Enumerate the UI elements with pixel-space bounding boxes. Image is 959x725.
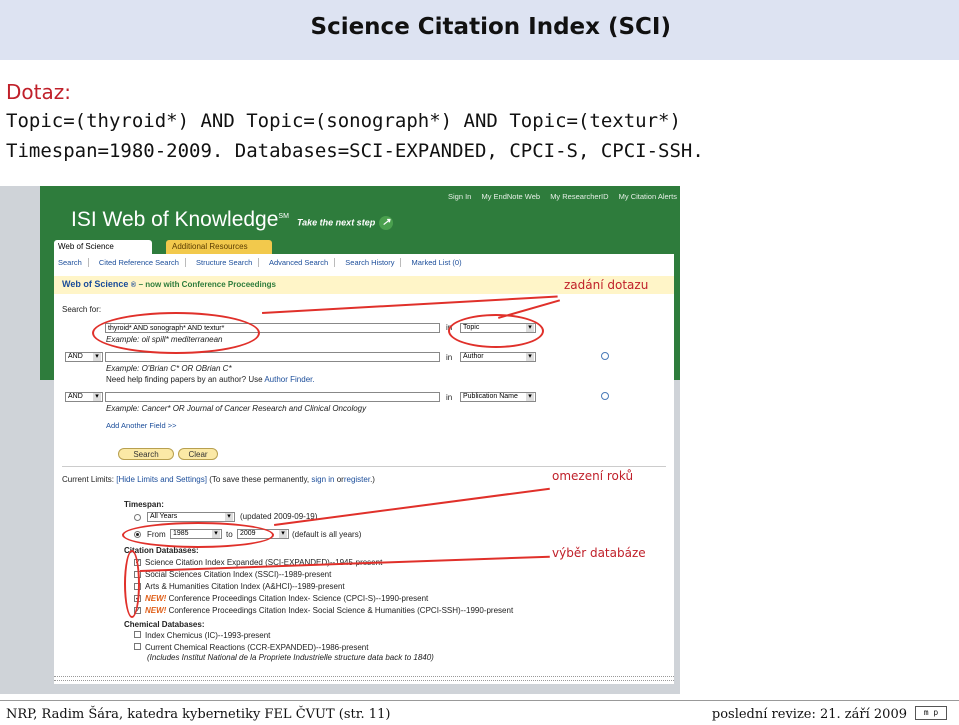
current-limits: Current Limits: [Hide Limits and Setting… bbox=[62, 475, 375, 484]
current-limits-label: Current Limits: bbox=[62, 475, 115, 484]
subnav-history[interactable]: Search History bbox=[345, 258, 402, 267]
wos-subtitle: – now with Conference Proceedings bbox=[138, 280, 276, 289]
hide-limits-link[interactable]: [Hide Limits and Settings] bbox=[116, 475, 207, 484]
search-icon-publication[interactable] bbox=[601, 392, 609, 400]
clear-button[interactable]: Clear bbox=[178, 448, 218, 460]
checkbox-ccr[interactable] bbox=[134, 643, 141, 650]
db-ccr-note: (Includes Institut National de la Propri… bbox=[147, 653, 434, 662]
example-2: Example: O'Brian C* OR OBrian C* bbox=[106, 364, 232, 373]
subnav-structure[interactable]: Structure Search bbox=[196, 258, 260, 267]
years-oval bbox=[122, 522, 274, 548]
chemical-db-label: Chemical Databases: bbox=[124, 620, 205, 629]
brand-text: ISI Web of Knowledge bbox=[71, 208, 279, 231]
isi-logo[interactable]: ISI Web of KnowledgeSM bbox=[71, 208, 289, 232]
search-icon-author[interactable] bbox=[601, 352, 609, 360]
search-subnav: Search Cited Reference Search Structure … bbox=[58, 258, 476, 267]
divider bbox=[62, 466, 666, 467]
search-for-label: Search for: bbox=[62, 305, 102, 314]
citation-alerts-link[interactable]: My Citation Alerts bbox=[619, 192, 677, 201]
new-badge: NEW! bbox=[145, 594, 167, 603]
tagline[interactable]: Take the next step ↗ bbox=[297, 216, 394, 230]
db-ssci: Social Sciences Citation Index (SSCI)--1… bbox=[145, 570, 332, 579]
limits-note-end: .) bbox=[370, 475, 375, 484]
registered-mark: ® bbox=[130, 282, 137, 289]
all-years-select[interactable]: All Years bbox=[147, 512, 235, 522]
limits-note: (To save these permanently, bbox=[209, 475, 310, 484]
author-help: Need help finding papers by an author? U… bbox=[106, 375, 315, 384]
checkbox-ic[interactable] bbox=[134, 631, 141, 638]
db-ccr: Current Chemical Reactions (CCR-EXPANDED… bbox=[145, 643, 369, 652]
db-cpci-s-text: Conference Proceedings Citation Index- S… bbox=[168, 594, 429, 603]
footer-right: poslední revize: 21. září 2009 bbox=[711, 707, 907, 722]
topic-oval bbox=[448, 314, 544, 348]
top-links: Sign In My EndNote Web My ResearcherID M… bbox=[440, 192, 677, 201]
slide-footer: NRP, Radim Šára, katedra kybernetiky FEL… bbox=[0, 700, 959, 725]
annotation-years: omezení roků bbox=[552, 469, 634, 483]
field-select-2[interactable]: Author bbox=[460, 352, 536, 362]
db-ic: Index Chemicus (IC)--1993-present bbox=[145, 631, 271, 640]
query-label: Dotaz: bbox=[6, 80, 71, 104]
tagline-text: Take the next step bbox=[297, 217, 376, 228]
subnav-advanced[interactable]: Advanced Search bbox=[268, 258, 336, 267]
wos-title-text: Web of Science bbox=[62, 279, 129, 289]
tab-additional-resources[interactable]: Additional Resources bbox=[166, 240, 272, 254]
annotation-query: zadání dotazu bbox=[564, 278, 649, 292]
wos-title: Web of Science ® – now with Conference P… bbox=[62, 279, 276, 289]
new-badge: NEW! bbox=[145, 606, 167, 615]
search-input-2[interactable] bbox=[105, 352, 440, 362]
in-label-3: in bbox=[446, 393, 453, 402]
arrow-icon: ↗ bbox=[379, 216, 394, 230]
researcherid-link[interactable]: My ResearcherID bbox=[550, 192, 608, 201]
cmp-logo: m p bbox=[915, 706, 947, 720]
field-select-3[interactable]: Publication Name bbox=[460, 392, 536, 402]
annotation-db: výběr databáze bbox=[552, 546, 646, 560]
slide-title: Science Citation Index (SCI) bbox=[310, 14, 672, 40]
author-help-text: Need help finding papers by an author? U… bbox=[106, 375, 263, 384]
register-link[interactable]: register bbox=[344, 475, 370, 484]
subnav-cited-ref[interactable]: Cited Reference Search bbox=[98, 258, 186, 267]
query-line-2: Timespan=1980-2009. Databases=SCI-EXPAND… bbox=[6, 140, 704, 162]
footer-left: NRP, Radim Šára, katedra kybernetiky FEL… bbox=[6, 707, 391, 722]
sign-in-link[interactable]: Sign In bbox=[448, 192, 471, 201]
tab-web-of-science[interactable]: Web of Science bbox=[54, 240, 152, 254]
db-cpci-s: NEW! Conference Proceedings Citation Ind… bbox=[145, 594, 428, 603]
db-oval bbox=[124, 550, 140, 618]
radio-all-years[interactable] bbox=[134, 514, 141, 521]
default-note: (default is all years) bbox=[292, 530, 362, 539]
example-3: Example: Cancer* OR Journal of Cancer Re… bbox=[106, 404, 367, 413]
bool-select-3[interactable]: AND bbox=[65, 392, 103, 402]
bool-select-2[interactable]: AND bbox=[65, 352, 103, 362]
search-input-3[interactable] bbox=[105, 392, 440, 402]
subnav-search[interactable]: Search bbox=[58, 258, 89, 267]
bottom-rule bbox=[54, 676, 674, 679]
brand-mark: SM bbox=[278, 213, 289, 220]
query-line-1: Topic=(thyroid*) AND Topic=(sonograph*) … bbox=[6, 110, 681, 132]
sign-in-limits-link[interactable]: sign in bbox=[311, 475, 334, 484]
subnav-marked-list[interactable]: Marked List (0) bbox=[412, 258, 468, 267]
add-field-link[interactable]: Add Another Field >> bbox=[106, 421, 176, 430]
db-ahci: Arts & Humanities Citation Index (A&HCI)… bbox=[145, 582, 345, 591]
bottom-rule bbox=[54, 680, 674, 683]
search-button[interactable]: Search bbox=[118, 448, 174, 460]
author-finder-link[interactable]: Author Finder. bbox=[264, 375, 314, 384]
limits-note-mid: or bbox=[336, 475, 344, 484]
db-cpci-ssh: NEW! Conference Proceedings Citation Ind… bbox=[145, 606, 513, 615]
db-cpci-ssh-text: Conference Proceedings Citation Index- S… bbox=[168, 606, 514, 615]
in-label-2: in bbox=[446, 353, 453, 362]
endnote-link[interactable]: My EndNote Web bbox=[481, 192, 540, 201]
query-oval bbox=[92, 312, 260, 354]
timespan-label: Timespan: bbox=[124, 500, 164, 509]
